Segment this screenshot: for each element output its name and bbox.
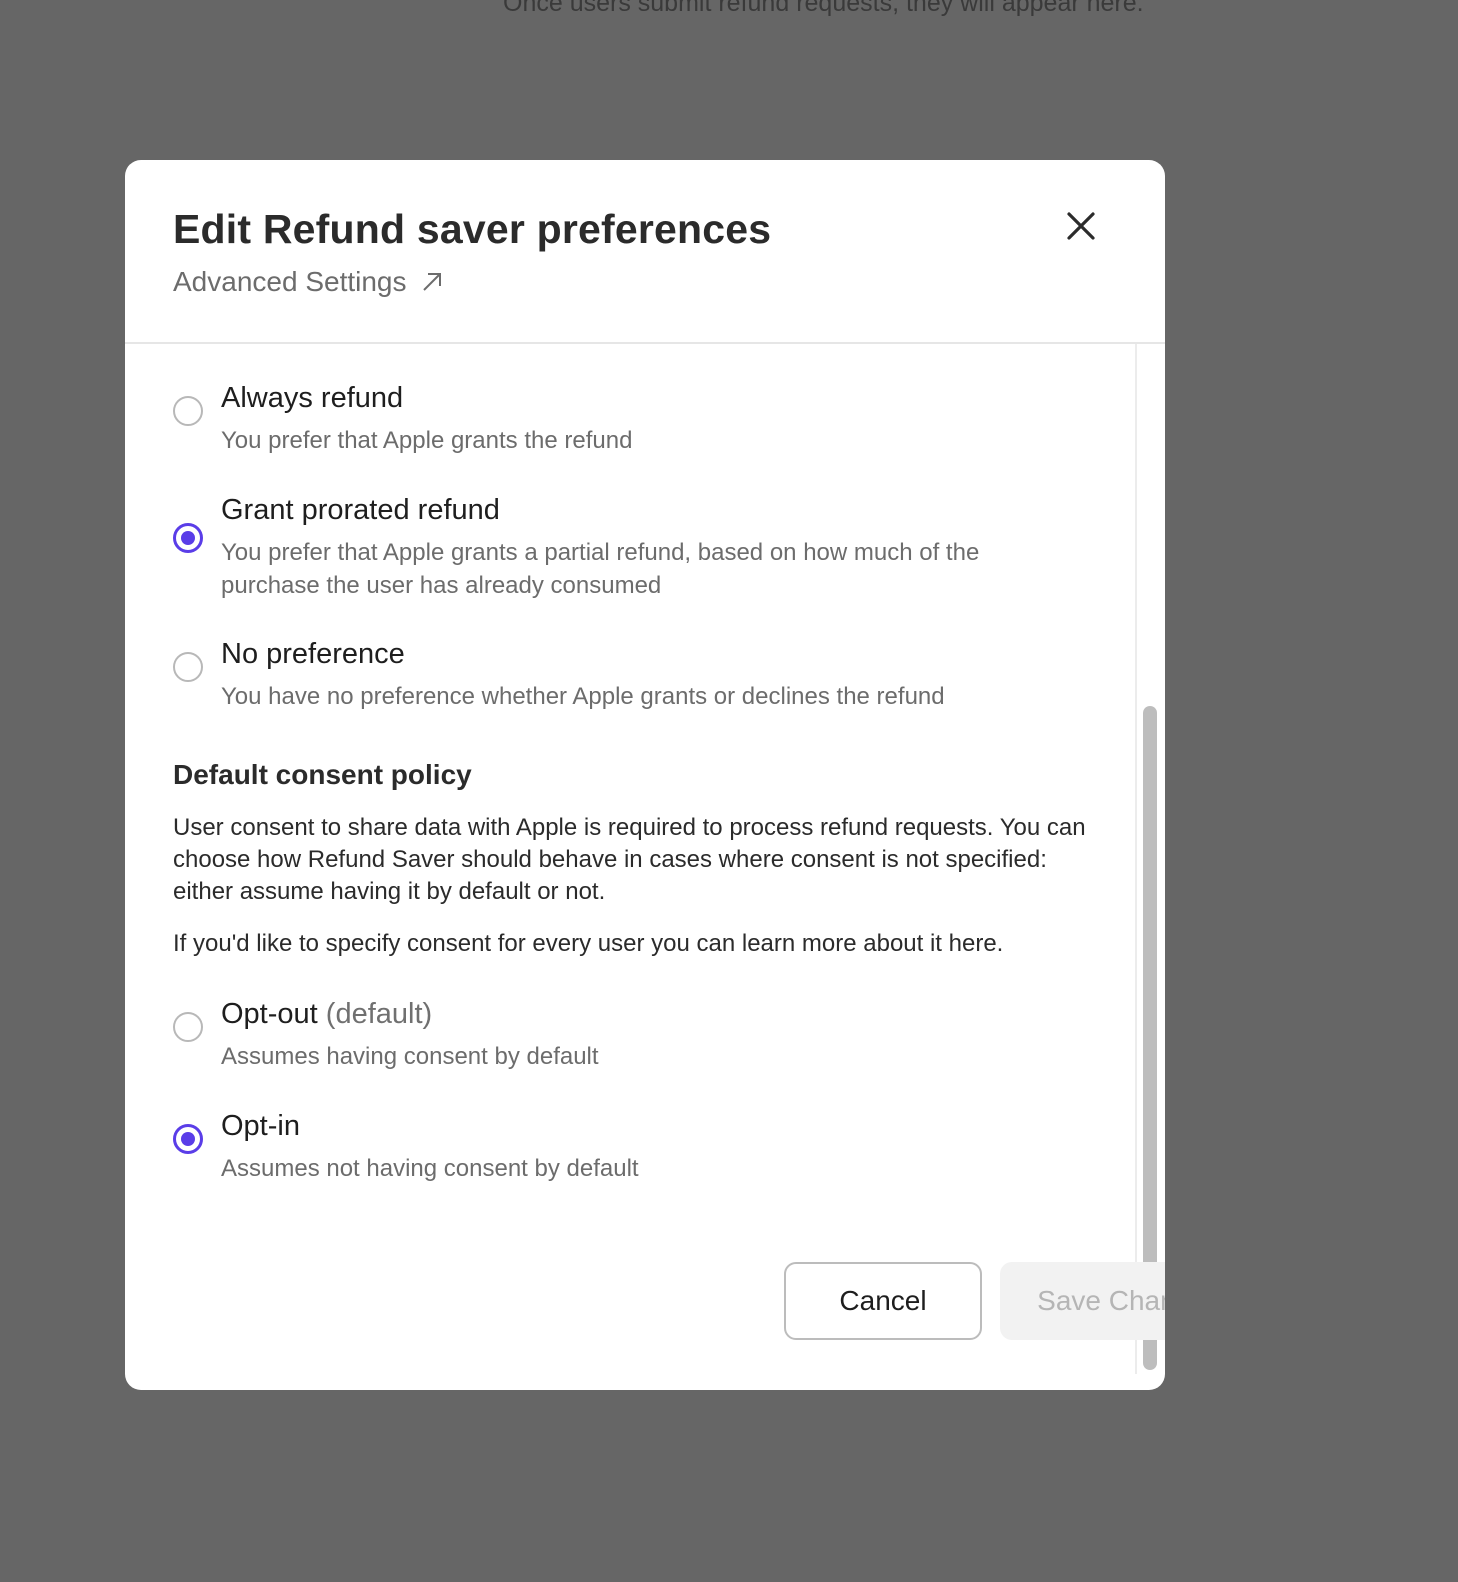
default-tag: (default)	[325, 998, 433, 1030]
radio-description: You prefer that Apple grants a partial r…	[221, 539, 980, 599]
close-button[interactable]	[1061, 208, 1101, 248]
radio-no-preference[interactable]	[173, 652, 203, 682]
radio-label: Opt-out (default)	[221, 998, 432, 1031]
radio-grant-prorated-refund[interactable]	[173, 523, 203, 553]
scrollbar-track	[1135, 344, 1137, 1374]
save-changes-button[interactable]: Save Changes	[1000, 1262, 1165, 1340]
radio-label-main: Opt-out	[221, 998, 318, 1030]
advanced-settings-link[interactable]: Advanced Settings	[173, 266, 443, 298]
radio-option-always-refund[interactable]: Always refund You prefer that Apple gran…	[173, 382, 1093, 462]
advanced-settings-label: Advanced Settings	[173, 266, 407, 297]
background-empty-state-text: Once users submit refund requests, they …	[503, 0, 1144, 17]
radio-description: Assumes not having consent by default	[221, 1155, 639, 1182]
modal-title: Edit Refund saver preferences	[173, 206, 772, 252]
radio-label: No preference	[221, 638, 405, 670]
consent-learn-more-text: If you'd like to specify consent for eve…	[173, 930, 1004, 957]
modal-header: Edit Refund saver preferences Advanced S…	[125, 160, 1165, 344]
cancel-button[interactable]: Cancel	[784, 1262, 982, 1340]
radio-label: Always refund	[221, 382, 404, 414]
radio-always-refund[interactable]	[173, 396, 203, 426]
radio-option-grant-prorated-refund[interactable]: Grant prorated refund You prefer that Ap…	[173, 494, 1093, 604]
radio-label: Grant prorated refund	[221, 494, 500, 526]
external-arrow-icon	[421, 271, 443, 293]
edit-preferences-modal: Edit Refund saver preferences Advanced S…	[125, 160, 1165, 1390]
radio-opt-out[interactable]	[173, 1012, 203, 1042]
radio-option-opt-out[interactable]: Opt-out (default) Assumes having consent…	[173, 998, 1093, 1078]
radio-description: You have no preference whether Apple gra…	[221, 683, 945, 710]
close-icon	[1066, 211, 1096, 246]
radio-option-opt-in[interactable]: Opt-in Assumes not having consent by def…	[173, 1110, 1093, 1190]
radio-opt-in[interactable]	[173, 1124, 203, 1154]
consent-section-title: Default consent policy	[173, 759, 472, 790]
radio-option-no-preference[interactable]: No preference You have no preference whe…	[173, 638, 1093, 718]
modal-scroll-content[interactable]: Always refund You prefer that Apple gran…	[125, 344, 1135, 1374]
consent-description: User consent to share data with Apple is…	[173, 814, 1086, 905]
radio-label: Opt-in	[221, 1110, 300, 1142]
radio-description: You prefer that Apple grants the refund	[221, 427, 633, 454]
radio-description: Assumes having consent by default	[221, 1043, 599, 1070]
